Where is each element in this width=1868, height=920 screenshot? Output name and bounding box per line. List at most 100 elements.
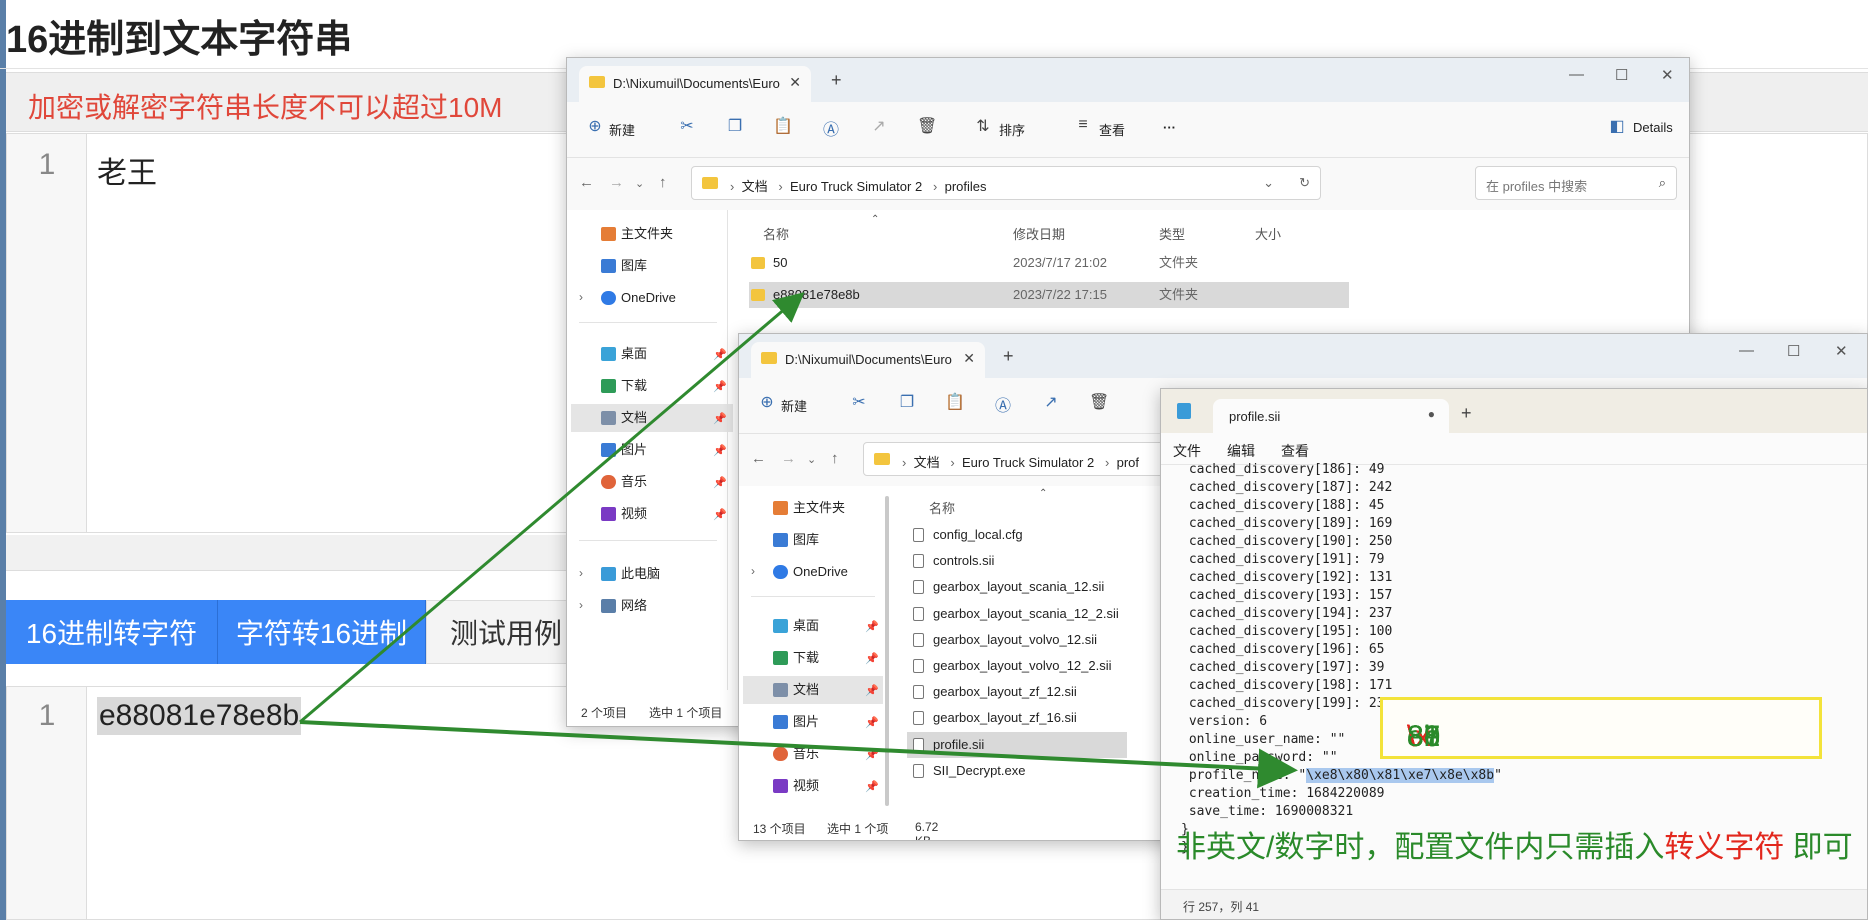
nav-scrollbar[interactable] [885,496,889,806]
delete-icon[interactable]: 🗑 [917,116,937,136]
more-button[interactable]: ··· [1163,120,1176,135]
chevron-right-icon[interactable]: › [579,566,583,580]
nav-music[interactable]: 音乐 [597,468,647,496]
search-input[interactable]: 在 profiles 中搜索 ⌕ [1475,166,1677,200]
share-icon[interactable]: ↗ [1041,392,1061,412]
close-window-icon[interactable]: ✕ [1661,66,1674,84]
column-name[interactable]: 名称 [929,498,955,517]
hex-to-text-button[interactable]: 16进制转字符 [6,600,218,664]
copy-icon[interactable]: ❐ [725,116,745,136]
paste-icon[interactable]: 📋 [773,116,793,136]
details-button[interactable]: Details [1633,120,1673,135]
new-button[interactable]: 新建 [781,396,807,415]
nav-videos[interactable]: 视频 [769,772,819,800]
menu-view[interactable]: 查看 [1281,441,1309,461]
minimize-icon[interactable]: — [1569,66,1584,83]
column-name[interactable]: 名称 [763,224,789,243]
share-icon[interactable]: ↗ [869,116,889,136]
chevron-right-icon[interactable]: › [579,598,583,612]
nav-music[interactable]: 音乐 [769,740,819,768]
nav-downloads[interactable]: 下载 [597,372,647,400]
maximize-icon[interactable]: ☐ [1615,66,1628,84]
file-row[interactable]: gearbox_layout_volvo_12_2.sii [907,653,1127,679]
file-row[interactable]: config_local.cfg [907,522,1127,548]
menu-file[interactable]: 文件 [1173,441,1201,461]
file-row[interactable]: gearbox_layout_scania_12_2.sii [907,601,1127,627]
file-row[interactable]: gearbox_layout_volvo_12.sii [907,627,1127,653]
minimize-icon[interactable]: — [1739,342,1754,359]
forward-icon[interactable]: → [781,450,796,467]
nav-onedrive[interactable]: OneDrive [597,284,676,312]
cut-icon[interactable]: ✂ [849,392,869,412]
refresh-icon[interactable]: ↻ [1299,175,1310,191]
tab-documents-euro[interactable]: D:\Nixumuil\Documents\Euro ✕ [579,66,811,102]
breadcrumb-documents[interactable]: 文档 [742,179,768,194]
column-type[interactable]: 类型 [1159,224,1185,243]
file-row[interactable]: controls.sii [907,548,1127,574]
chevron-right-icon[interactable]: › [751,564,755,578]
close-tab-icon[interactable]: ✕ [963,350,975,367]
view-button[interactable]: 查看 [1099,120,1125,139]
tab-documents-euro[interactable]: D:\Nixumuil\Documents\Euro ✕ [751,342,985,378]
address-bar[interactable]: › 文档 › Euro Truck Simulator 2 › profiles… [691,166,1321,200]
file-row[interactable]: gearbox_layout_scania_12.sii [907,574,1127,600]
recent-icon[interactable]: ⌄ [635,177,644,190]
nav-desktop[interactable]: 桌面 [769,612,819,640]
breadcrumb-documents[interactable]: 文档 [914,455,940,470]
delete-icon[interactable]: 🗑 [1089,392,1109,412]
rename-icon[interactable]: Ⓐ [993,392,1013,415]
nav-pictures[interactable]: 图片 [597,436,647,464]
file-row[interactable]: gearbox_layout_zf_12.sii [907,679,1127,705]
file-row[interactable]: profile.sii [907,731,1127,758]
nav-documents[interactable]: 文档 [571,404,733,432]
nav-downloads[interactable]: 下载 [769,644,819,672]
cut-icon[interactable]: ✂ [677,116,697,136]
forward-icon[interactable]: → [609,174,624,191]
recent-icon[interactable]: ⌄ [807,453,816,466]
nav-desktop[interactable]: 桌面 [597,340,647,368]
file-row[interactable]: 50 2023/7/17 21:02 文件夹 [749,250,1349,276]
paste-icon[interactable]: 📋 [945,392,965,412]
input-text[interactable]: 老王 [97,148,157,192]
breadcrumb-profiles[interactable]: profiles [945,179,987,194]
breadcrumb-ets2[interactable]: Euro Truck Simulator 2 [790,179,922,194]
maximize-icon[interactable]: ☐ [1787,342,1800,360]
close-tab-icon[interactable]: ✕ [789,74,801,91]
file-row[interactable]: gearbox_layout_zf_16.sii [907,705,1127,731]
file-row[interactable]: e88081e78e8b 2023/7/22 17:15 文件夹 [749,282,1349,308]
back-icon[interactable]: ← [579,174,594,191]
test-cases-button[interactable]: 测试用例 [426,600,586,664]
nav-pictures[interactable]: 图片 [769,708,819,736]
column-modified[interactable]: 修改日期 [1013,224,1065,243]
up-icon[interactable]: ↑ [659,174,667,191]
nav-gallery[interactable]: 图库 [597,252,647,280]
chevron-down-icon[interactable]: ⌄ [1263,175,1274,191]
new-button[interactable]: 新建 [609,120,635,139]
output-text[interactable]: e88081e78e8b [97,697,302,735]
selected-text[interactable]: \xe8\x80\x81\xe7\x8e\x8b [1306,768,1495,783]
notepad-text-area[interactable]: cached_discovery[186]: 49 cached_discove… [1181,461,1502,857]
chevron-right-icon[interactable]: › [579,290,583,304]
up-icon[interactable]: ↑ [831,450,839,467]
pane-divider[interactable] [727,210,728,690]
nav-onedrive[interactable]: OneDrive [769,558,848,586]
menu-edit[interactable]: 编辑 [1227,441,1255,461]
sort-button[interactable]: 排序 [999,120,1025,139]
nav-home[interactable]: 主文件夹 [769,494,845,522]
nav-documents[interactable]: 文档 [743,676,883,704]
nav-this-pc[interactable]: 此电脑 [597,560,660,588]
column-size[interactable]: 大小 [1255,224,1281,243]
new-tab-icon[interactable]: + [831,70,842,91]
nav-videos[interactable]: 视频 [597,500,647,528]
nav-home[interactable]: 主文件夹 [597,220,673,248]
breadcrumb-profiles[interactable]: prof [1117,455,1139,470]
nav-network[interactable]: 网络 [597,592,647,620]
text-to-hex-button[interactable]: 字符转16进制 [218,600,426,664]
rename-icon[interactable]: Ⓐ [821,116,841,139]
tab-profile-sii[interactable]: profile.sii ● [1213,399,1449,433]
breadcrumb-ets2[interactable]: Euro Truck Simulator 2 [962,455,1094,470]
file-row[interactable]: SII_Decrypt.exe [907,758,1127,784]
unsaved-dot-icon[interactable]: ● [1428,407,1435,421]
new-tab-icon[interactable]: + [1461,403,1472,424]
back-icon[interactable]: ← [751,450,766,467]
